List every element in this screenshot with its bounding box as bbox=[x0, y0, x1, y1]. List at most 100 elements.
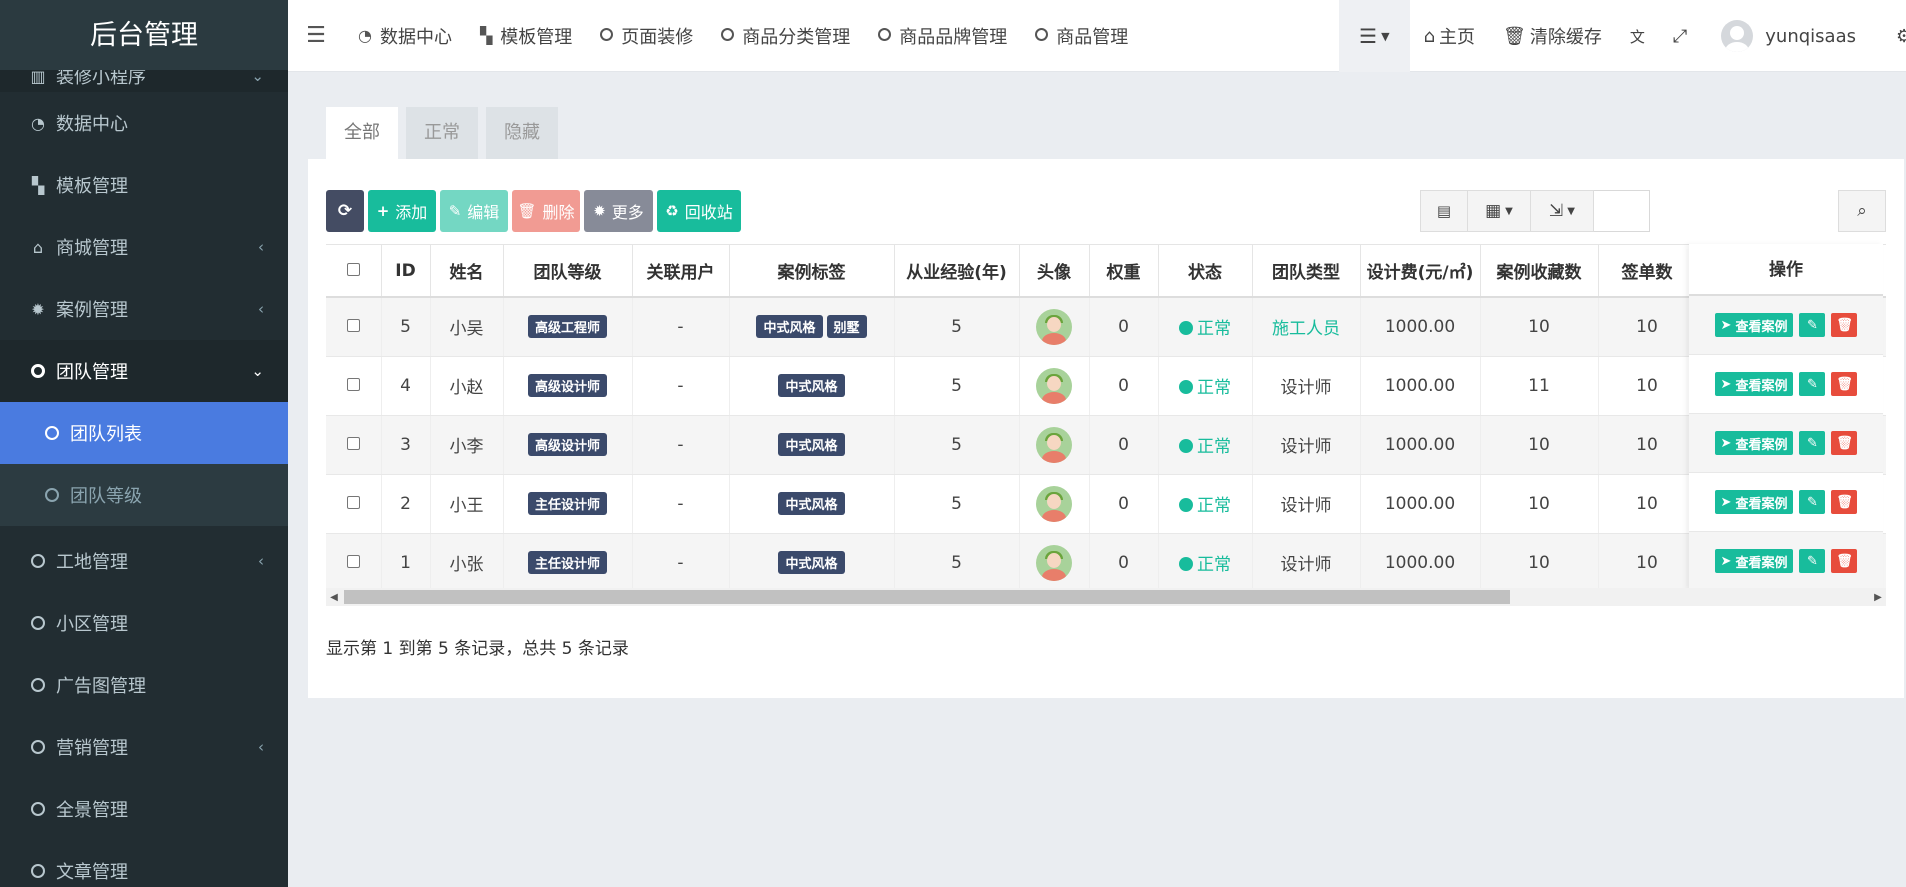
view-cases-button[interactable]: ➤ 查看案例 bbox=[1714, 490, 1794, 514]
cell-avatar[interactable] bbox=[1019, 356, 1090, 416]
row-checkbox[interactable] bbox=[326, 356, 382, 416]
view-cases-button[interactable]: ➤ 查看案例 bbox=[1714, 431, 1794, 455]
nav-tab-page-decoration[interactable]: 页面装修 bbox=[586, 0, 707, 72]
row-delete-button[interactable]: 🗑 bbox=[1831, 431, 1858, 455]
toggle-view-button[interactable]: ▤ bbox=[1420, 190, 1468, 232]
view-cases-button[interactable]: ➤ 查看案例 bbox=[1714, 372, 1794, 396]
columns-dropdown-button[interactable]: ▦ ▼ bbox=[1467, 190, 1531, 232]
row-edit-button[interactable]: ✎ bbox=[1799, 490, 1826, 514]
avatar[interactable] bbox=[1036, 485, 1072, 522]
column-header[interactable]: 从业经验(年) bbox=[894, 245, 1020, 298]
sidebar-item-templates[interactable]: ▚ 模板管理 bbox=[0, 154, 288, 216]
avatar[interactable] bbox=[1036, 544, 1072, 581]
nav-tab-data-center[interactable]: ◔ 数据中心 bbox=[344, 0, 466, 72]
fullscreen-button[interactable]: ⤢ bbox=[1659, 0, 1701, 72]
row-edit-button[interactable]: ✎ bbox=[1799, 313, 1826, 337]
sidebar-item-team-list[interactable]: 团队列表 bbox=[0, 402, 288, 464]
column-header[interactable]: 案例收藏数 bbox=[1480, 245, 1599, 298]
tab-list-dropdown[interactable]: ☰ ▼ bbox=[1339, 0, 1410, 72]
cell-team-type[interactable]: 设计师 bbox=[1252, 415, 1361, 475]
table-row[interactable]: 3 小李 高级设计师 - 中式风格 5 0 正常 设计师 1000.00 10 10 bbox=[326, 415, 1886, 475]
export-dropdown-button[interactable]: ⇲ ▼ bbox=[1530, 190, 1594, 232]
column-header[interactable]: 头像 bbox=[1019, 245, 1090, 298]
scroll-left-icon[interactable]: ◀ bbox=[326, 588, 342, 606]
table-row[interactable]: 4 小赵 高级设计师 - 中式风格 5 0 正常 设计师 1000.00 11 10 bbox=[326, 356, 1886, 416]
settings-button[interactable]: ⚙ bbox=[1882, 0, 1906, 72]
edit-button[interactable]: ✎ 编辑 bbox=[440, 190, 508, 232]
horizontal-scrollbar[interactable]: ◀ ▶ bbox=[326, 588, 1886, 606]
tab-hidden[interactable]: 隐藏 bbox=[486, 107, 558, 159]
view-cases-button[interactable]: ➤ 查看案例 bbox=[1714, 549, 1794, 573]
select-all-checkbox[interactable] bbox=[326, 245, 382, 298]
cell-avatar[interactable] bbox=[1019, 533, 1090, 593]
advanced-search-button[interactable]: ⌕ bbox=[1838, 190, 1886, 232]
recycle-bin-button[interactable]: ♻ 回收站 bbox=[657, 190, 741, 232]
scrollbar-thumb[interactable] bbox=[344, 590, 1510, 604]
cell-avatar[interactable] bbox=[1019, 415, 1090, 475]
sidebar-item-cases[interactable]: ✹ 案例管理 ‹ bbox=[0, 278, 288, 340]
sidebar-item-community[interactable]: 小区管理 bbox=[0, 592, 288, 654]
cell-avatar[interactable] bbox=[1019, 297, 1090, 357]
column-header[interactable]: 签单数 bbox=[1598, 245, 1697, 298]
column-header[interactable]: ID bbox=[381, 245, 431, 298]
sidebar-item-banners[interactable]: 广告图管理 bbox=[0, 654, 288, 716]
nav-tab-product-brand[interactable]: 商品品牌管理 bbox=[864, 0, 1021, 72]
sidebar-item-panorama[interactable]: 全景管理 bbox=[0, 778, 288, 840]
right-nav: ☰ ▼ ⌂ 主页 🗑 清除缓存 文 ⤢ yunqisaas ⚙ bbox=[1339, 0, 1906, 72]
row-checkbox[interactable] bbox=[326, 297, 382, 357]
table-row[interactable]: 2 小王 主任设计师 - 中式风格 5 0 正常 设计师 1000.00 10 10 bbox=[326, 474, 1886, 534]
delete-button[interactable]: 🗑 删除 bbox=[512, 190, 580, 232]
nav-tab-product-category[interactable]: 商品分类管理 bbox=[707, 0, 864, 72]
avatar[interactable] bbox=[1036, 308, 1072, 345]
column-header[interactable]: 案例标签 bbox=[729, 245, 895, 298]
add-button[interactable]: + 添加 bbox=[368, 190, 436, 232]
refresh-button[interactable]: ⟳ bbox=[326, 190, 364, 232]
cell-team-type[interactable]: 设计师 bbox=[1252, 533, 1361, 593]
sidebar-item-marketing[interactable]: 营销管理 ‹ bbox=[0, 716, 288, 778]
row-checkbox[interactable] bbox=[326, 415, 382, 475]
column-header[interactable]: 姓名 bbox=[430, 245, 504, 298]
cell-team-type[interactable]: 设计师 bbox=[1252, 356, 1361, 416]
column-header[interactable]: 团队类型 bbox=[1252, 245, 1361, 298]
sidebar-item-sites[interactable]: 工地管理 ‹ bbox=[0, 530, 288, 592]
cell-team-type[interactable]: 施工人员 bbox=[1252, 297, 1361, 357]
column-header[interactable]: 设计费(元/㎡) bbox=[1360, 245, 1481, 298]
cell-avatar[interactable] bbox=[1019, 474, 1090, 534]
avatar[interactable] bbox=[1036, 426, 1072, 463]
sidebar-item-team-level[interactable]: 团队等级 bbox=[0, 464, 288, 526]
table-row[interactable]: 1 小张 主任设计师 - 中式风格 5 0 正常 设计师 1000.00 10 10 bbox=[326, 533, 1886, 593]
sidebar-item-mall[interactable]: ⌂ 商城管理 ‹ bbox=[0, 216, 288, 278]
sidebar-item-articles[interactable]: 文章管理 bbox=[0, 840, 288, 887]
row-edit-button[interactable]: ✎ bbox=[1799, 431, 1826, 455]
row-checkbox[interactable] bbox=[326, 533, 382, 593]
table-row[interactable]: 5 小吴 高级工程师 - 中式风格 别墅 5 0 正常 施工人员 1000.00 10 10 bbox=[326, 297, 1886, 357]
user-menu[interactable]: yunqisaas bbox=[1701, 0, 1882, 72]
sidebar-item-data-center[interactable]: ◔ 数据中心 bbox=[0, 92, 288, 154]
sidebar-item-team[interactable]: 团队管理 ⌄ bbox=[0, 340, 288, 402]
row-delete-button[interactable]: 🗑 bbox=[1831, 313, 1858, 337]
column-header[interactable]: 关联用户 bbox=[632, 245, 730, 298]
tab-normal[interactable]: 正常 bbox=[406, 107, 478, 159]
clear-cache-button[interactable]: 🗑 清除缓存 bbox=[1489, 0, 1616, 72]
view-cases-button[interactable]: ➤ 查看案例 bbox=[1714, 313, 1794, 337]
home-link[interactable]: ⌂ 主页 bbox=[1410, 0, 1489, 72]
avatar[interactable] bbox=[1036, 367, 1072, 404]
menu-toggle-icon[interactable]: ☰ bbox=[288, 23, 344, 48]
tab-all[interactable]: 全部 bbox=[326, 107, 398, 159]
nav-tab-products[interactable]: 商品管理 bbox=[1021, 0, 1142, 72]
column-header[interactable]: 状态 bbox=[1158, 245, 1253, 298]
row-delete-button[interactable]: 🗑 bbox=[1831, 549, 1858, 573]
column-header[interactable]: 团队等级 bbox=[503, 245, 633, 298]
row-delete-button[interactable]: 🗑 bbox=[1831, 372, 1858, 396]
nav-tab-templates[interactable]: ▚ 模板管理 bbox=[466, 0, 586, 72]
translate-button[interactable]: 文 bbox=[1616, 0, 1659, 72]
row-delete-button[interactable]: 🗑 bbox=[1831, 490, 1858, 514]
row-checkbox[interactable] bbox=[326, 474, 382, 534]
more-button[interactable]: ✹ 更多 bbox=[584, 190, 653, 232]
row-edit-button[interactable]: ✎ bbox=[1799, 549, 1826, 573]
column-header[interactable]: 权重 bbox=[1089, 245, 1159, 298]
row-edit-button[interactable]: ✎ bbox=[1799, 372, 1826, 396]
home-icon: ⌂ bbox=[32, 237, 44, 257]
scroll-right-icon[interactable]: ▶ bbox=[1870, 588, 1886, 606]
cell-team-type[interactable]: 设计师 bbox=[1252, 474, 1361, 534]
